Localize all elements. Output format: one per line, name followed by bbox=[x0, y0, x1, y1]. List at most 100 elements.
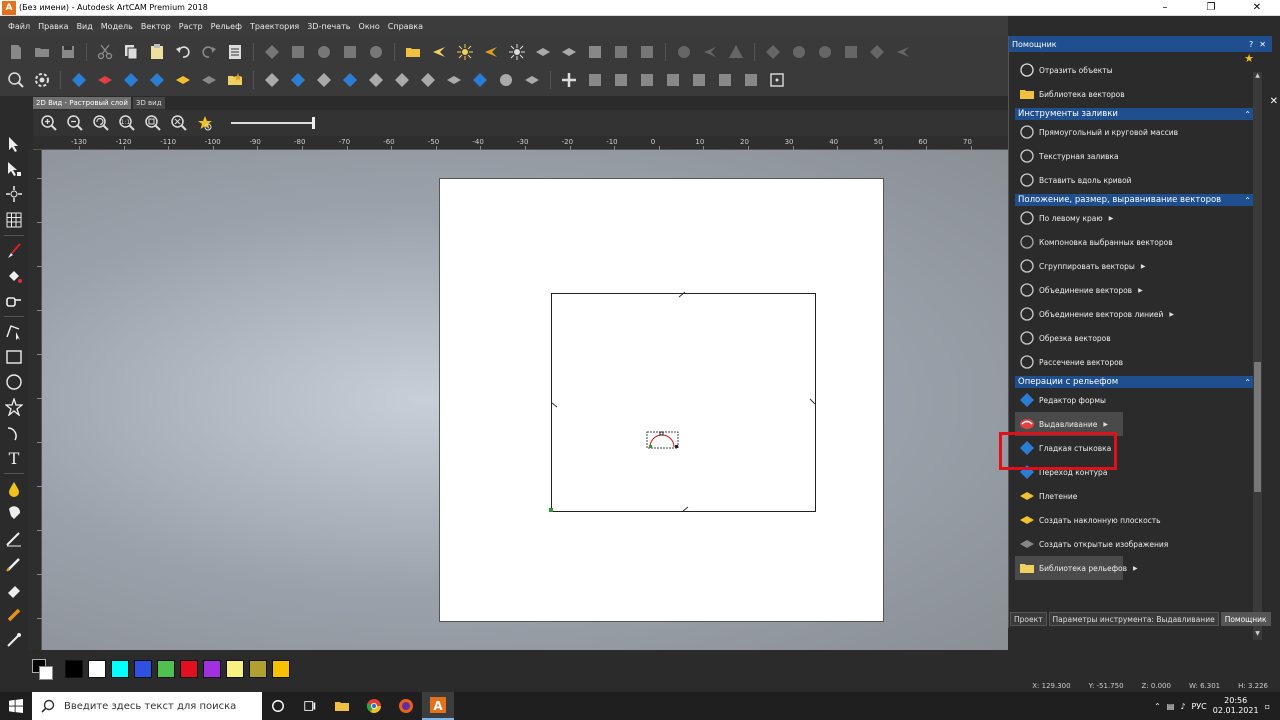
volume-icon[interactable]: ♪ bbox=[1180, 702, 1185, 711]
collapse-chevron-icon[interactable]: ⌃ bbox=[1244, 110, 1251, 119]
panel-item-mirror[interactable]: Отразить объекты bbox=[1015, 58, 1255, 82]
panel-item-weld[interactable]: Объединение векторов ▶ bbox=[1015, 278, 1255, 302]
collapse-chevron-icon[interactable]: ⌃ bbox=[1244, 196, 1251, 205]
toolbar2-plus-icon[interactable] bbox=[559, 70, 579, 90]
menu-item-0[interactable]: Файл bbox=[4, 22, 34, 31]
toolbar2-frame-icon[interactable] bbox=[767, 70, 787, 90]
toolbar1-circle-icon[interactable] bbox=[815, 42, 835, 62]
panel-item-slope-plane[interactable]: Создать наклонную плоскость bbox=[1015, 508, 1255, 532]
panel-tab-2[interactable]: Помощник bbox=[1220, 612, 1271, 626]
toolbar1-list-icon[interactable] bbox=[225, 42, 245, 62]
zoom-fit-icon[interactable] bbox=[169, 113, 189, 133]
zoom-slider[interactable] bbox=[231, 115, 315, 131]
panel-tab-0[interactable]: Проект bbox=[1010, 612, 1047, 626]
pipette-icon[interactable] bbox=[3, 630, 25, 650]
menu-item-8[interactable]: 3D-печать bbox=[303, 22, 354, 31]
toolbar1-scissors-icon[interactable] bbox=[95, 42, 115, 62]
color-swatch[interactable] bbox=[65, 660, 83, 678]
panel-item-trim[interactable]: Обрезка векторов bbox=[1015, 326, 1255, 350]
toolbar2-square-icon[interactable] bbox=[689, 70, 709, 90]
panel-section-header[interactable]: Инструменты заливки ⌃ bbox=[1015, 108, 1255, 120]
toolbar2-magnify-icon[interactable] bbox=[6, 70, 26, 90]
toolbar2-diamond-icon[interactable] bbox=[470, 70, 490, 90]
star-icon[interactable] bbox=[3, 397, 25, 417]
toolbar1-circle-icon[interactable] bbox=[366, 42, 386, 62]
toolbar1-circle-icon[interactable] bbox=[789, 42, 809, 62]
star-highlight-icon[interactable] bbox=[195, 113, 215, 133]
toolbar2-diamond-icon[interactable] bbox=[366, 70, 386, 90]
tab-2d-view[interactable]: 2D Вид - Растровый слой bbox=[33, 97, 131, 109]
node-edit-icon[interactable] bbox=[3, 159, 25, 179]
magic-wand-icon[interactable] bbox=[3, 291, 25, 311]
toolbar1-square-icon[interactable] bbox=[288, 42, 308, 62]
toolbar1-diamond-icon[interactable] bbox=[867, 42, 887, 62]
toolbar2-slab-icon[interactable] bbox=[199, 70, 219, 90]
toolbar1-undo-icon[interactable] bbox=[173, 42, 193, 62]
toolbar1-folder-icon[interactable] bbox=[32, 42, 52, 62]
close-button[interactable]: ✕ bbox=[1234, 0, 1280, 16]
toolbar1-square-icon[interactable] bbox=[340, 42, 360, 62]
toolbar1-circle-icon[interactable] bbox=[314, 42, 334, 62]
panel-item-folder-vector[interactable]: Библиотека векторов bbox=[1015, 82, 1255, 106]
toolbar1-folder-icon[interactable] bbox=[403, 42, 423, 62]
toolbar1-diamond-icon[interactable] bbox=[763, 42, 783, 62]
zoom-previous-icon[interactable] bbox=[91, 113, 111, 133]
toolbar1-square-icon[interactable] bbox=[637, 42, 657, 62]
panel-scrollbar[interactable]: ▲ ▼ bbox=[1253, 72, 1262, 640]
panel-section-header[interactable]: Положение, размер, выравнивание векторов… bbox=[1015, 194, 1255, 206]
cortana-icon[interactable] bbox=[262, 692, 294, 720]
toolbar1-circle-icon[interactable] bbox=[674, 42, 694, 62]
color-swatch[interactable] bbox=[272, 660, 290, 678]
toolbar2-slab-icon[interactable] bbox=[444, 70, 464, 90]
toolbar2-square-icon[interactable] bbox=[585, 70, 605, 90]
drawing-canvas[interactable] bbox=[42, 150, 1008, 650]
zoom-out-icon[interactable] bbox=[65, 113, 85, 133]
panel-item-texture-fill[interactable]: Текстурная заливка bbox=[1015, 144, 1255, 168]
task-view-icon[interactable] bbox=[294, 692, 326, 720]
paint-brush-icon[interactable] bbox=[3, 241, 25, 261]
menu-item-6[interactable]: Рельеф bbox=[207, 22, 246, 31]
menu-item-5[interactable]: Растр bbox=[175, 22, 207, 31]
toolbar1-sun-icon[interactable] bbox=[455, 42, 475, 62]
toolbar1-square-icon[interactable] bbox=[585, 42, 605, 62]
toolbar2-diamond-icon[interactable] bbox=[392, 70, 412, 90]
notifications-icon[interactable]: ▫ bbox=[1265, 702, 1270, 711]
panel-item-along-curve[interactable]: Вставить вдоль кривой bbox=[1015, 168, 1255, 192]
toolbar2-diamond-icon[interactable] bbox=[314, 70, 334, 90]
menu-item-4[interactable]: Вектор bbox=[137, 22, 175, 31]
menu-item-1[interactable]: Правка bbox=[34, 22, 72, 31]
artcam-taskbar-icon[interactable]: A bbox=[422, 692, 454, 720]
language-indicator[interactable]: РУС bbox=[1191, 702, 1206, 711]
eraser-icon[interactable] bbox=[3, 579, 25, 599]
panel-item-align-left[interactable]: По левому краю ▶ bbox=[1015, 206, 1255, 230]
toolbar1-disk-icon[interactable] bbox=[58, 42, 78, 62]
collapse-chevron-icon[interactable]: ⌃ bbox=[1244, 378, 1251, 387]
zoom-1-1-icon[interactable]: 1:1 bbox=[117, 113, 137, 133]
text-icon[interactable]: T bbox=[3, 448, 25, 468]
panel-item-join-line[interactable]: Объединение векторов линией ▶ bbox=[1015, 302, 1255, 326]
toolbar2-square-icon[interactable] bbox=[715, 70, 735, 90]
toolbar1-square-icon[interactable] bbox=[611, 42, 631, 62]
windows-start-icon[interactable] bbox=[0, 692, 32, 720]
toolbar2-circle-icon[interactable] bbox=[496, 70, 516, 90]
toolbar1-bolt-icon[interactable] bbox=[481, 42, 501, 62]
smooth-icon[interactable] bbox=[3, 529, 25, 549]
toolbar2-diamond-icon[interactable] bbox=[418, 70, 438, 90]
fill-bucket-icon[interactable] bbox=[3, 266, 25, 286]
tab-3d-view[interactable]: 3D вид bbox=[132, 97, 165, 109]
toolbar1-slab-icon[interactable] bbox=[559, 42, 579, 62]
panel-item-group[interactable]: Сгруппировать векторы ▶ bbox=[1015, 254, 1255, 278]
zoom-slider-thumb[interactable] bbox=[312, 117, 315, 129]
color-swatch[interactable] bbox=[203, 660, 221, 678]
toolbar1-doc-icon[interactable] bbox=[6, 42, 26, 62]
color-swatch[interactable] bbox=[134, 660, 152, 678]
scroll-thumb[interactable] bbox=[1254, 362, 1261, 492]
toolbar1-bolt-icon[interactable] bbox=[893, 42, 913, 62]
panel-item-split[interactable]: Рассечение векторов bbox=[1015, 350, 1255, 374]
firefox-icon[interactable] bbox=[390, 692, 422, 720]
toolbar1-diamond-icon[interactable] bbox=[262, 42, 282, 62]
toolbar2-slab-icon[interactable] bbox=[173, 70, 193, 90]
toolbar2-diamond-icon[interactable] bbox=[69, 70, 89, 90]
rectangle-icon[interactable] bbox=[3, 347, 25, 367]
toolbar1-tri-icon[interactable] bbox=[726, 42, 746, 62]
